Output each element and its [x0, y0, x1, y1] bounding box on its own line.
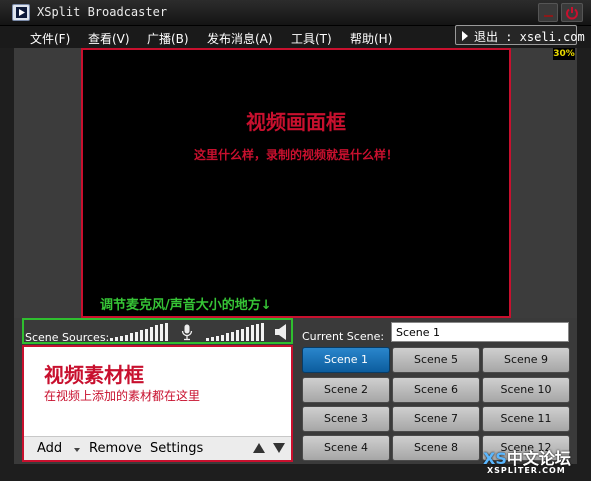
zoom-level[interactable]: 30%: [553, 48, 575, 60]
current-scene-input[interactable]: [391, 322, 569, 342]
app-icon: [12, 4, 30, 21]
play-icon: [462, 31, 468, 41]
scene-button-5[interactable]: Scene 5: [392, 347, 480, 373]
microphone-icon[interactable]: [181, 324, 193, 341]
power-icon: [566, 7, 578, 20]
menu-file[interactable]: 文件(F): [30, 30, 70, 47]
exit-label: 退出 : xseli.com: [474, 30, 585, 44]
sources-toolbar: Add Remove Settings: [24, 436, 291, 460]
scene-button-10[interactable]: Scene 10: [482, 377, 570, 403]
remove-source-button[interactable]: Remove: [89, 441, 142, 456]
source-settings-button[interactable]: Settings: [150, 441, 203, 456]
mic-annotation: 调节麦克风/声音大小的地方↓: [100, 298, 272, 313]
menu-publish[interactable]: 发布消息(A): [207, 30, 273, 47]
exit-button[interactable]: 退出 : xseli.com: [455, 25, 585, 45]
scene-button-2[interactable]: Scene 2: [302, 377, 390, 403]
scene-button-6[interactable]: Scene 6: [392, 377, 480, 403]
move-up-icon[interactable]: [253, 443, 265, 453]
frame-annotation-subtitle: 这里什么样，录制的视频就是什么样！: [193, 148, 398, 162]
scene-sources-list[interactable]: 视频素材框 在视频上添加的素材都在这里 Add Remove Settings: [22, 345, 293, 462]
chevron-down-icon[interactable]: [74, 448, 80, 452]
mic-volume-slider[interactable]: [110, 323, 170, 341]
watermark-logo: XS中文论坛 XSPLITER.COM: [481, 445, 591, 481]
menu-view[interactable]: 查看(V): [88, 30, 130, 47]
video-preview-frame[interactable]: 视频画面框 这里什么样，录制的视频就是什么样！ 调节麦克风/声音大小的地方↓: [81, 48, 511, 318]
frame-annotation-title: 视频画面框: [246, 110, 346, 134]
scene-button-9[interactable]: Scene 9: [482, 347, 570, 373]
menu-help[interactable]: 帮助(H): [350, 30, 392, 47]
menu-tools[interactable]: 工具(T): [291, 30, 332, 47]
move-down-icon[interactable]: [273, 443, 285, 453]
speaker-volume-slider[interactable]: [206, 323, 266, 341]
scene-sources-label: Scene Sources:: [25, 331, 110, 344]
scene-button-1[interactable]: Scene 1: [302, 347, 390, 373]
speaker-icon[interactable]: [274, 323, 288, 341]
title-bar: XSplit Broadcaster: [0, 0, 591, 26]
scene-button-8[interactable]: Scene 8: [392, 435, 480, 461]
sources-annotation-title: 视频素材框: [44, 363, 144, 387]
minimize-button[interactable]: [538, 3, 558, 22]
sources-annotation-desc: 在视频上添加的素材都在这里: [44, 389, 201, 403]
menu-broadcast[interactable]: 广播(B): [147, 30, 189, 47]
window-title: XSplit Broadcaster: [37, 5, 168, 19]
scene-button-3[interactable]: Scene 3: [302, 406, 390, 432]
scene-button-11[interactable]: Scene 11: [482, 406, 570, 432]
minimize-icon: [544, 15, 553, 17]
scene-button-4[interactable]: Scene 4: [302, 435, 390, 461]
audio-controls: Scene Sources:: [22, 318, 293, 344]
close-button[interactable]: [561, 3, 583, 22]
scene-button-7[interactable]: Scene 7: [392, 406, 480, 432]
watermark-url: XSPLITER.COM: [487, 466, 566, 475]
add-source-button[interactable]: Add: [37, 441, 62, 456]
current-scene-label: Current Scene:: [302, 330, 385, 343]
